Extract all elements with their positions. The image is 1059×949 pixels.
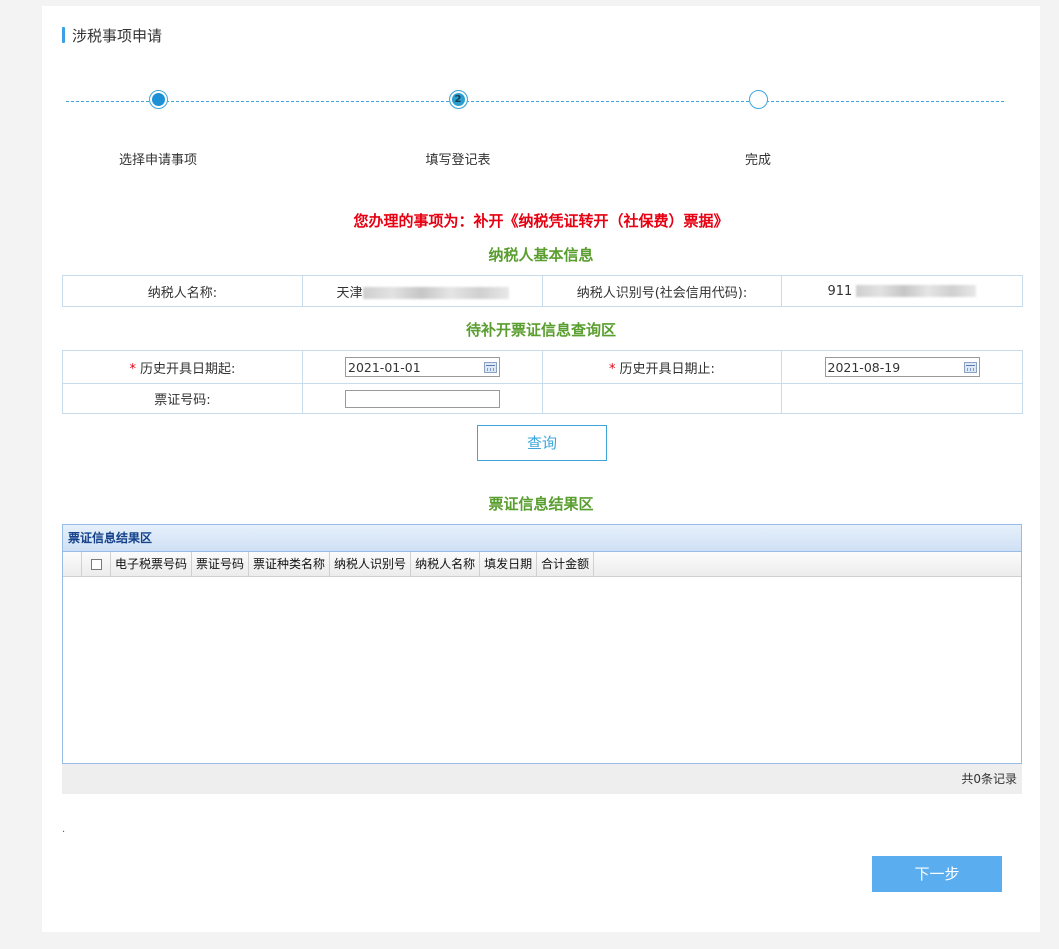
query-form-table: * 历史开具日期起: 2021-01-01 * 历史开具日期止: 2021-08-1…	[62, 350, 1023, 414]
start-date-value: 2021-01-01	[348, 359, 421, 375]
taxpayer-name-value: 天津	[336, 285, 363, 301]
taxpayer-section-title: 纳税人基本信息	[488, 246, 594, 264]
step-1: 选择申请事项	[78, 90, 238, 168]
taxpayer-name-cell: 天津	[302, 275, 543, 307]
redacted-id	[856, 285, 977, 297]
title-accent-bar	[62, 27, 65, 43]
step-3-label: 完成	[744, 153, 771, 168]
step-done-icon	[148, 90, 168, 109]
select-all-column	[82, 552, 111, 576]
select-all-checkbox[interactable]	[90, 558, 102, 570]
step-1-label: 选择申请事项	[118, 153, 197, 168]
empty-cell	[542, 383, 782, 414]
step-3: 完成	[678, 90, 838, 168]
row-number-column	[63, 552, 82, 576]
stray-dot: .	[62, 824, 66, 835]
step-current-icon: 2	[448, 90, 468, 109]
notice-text: 您办理的事项为：补开《纳税凭证转开（社保费）票据》	[353, 212, 729, 230]
taxpayer-id-label: 纳税人识别号(社会信用代码):	[542, 275, 782, 307]
taxpayer-name-label: 纳税人名称:	[62, 275, 303, 307]
taxpayer-info-table: 纳税人名称: 天津 纳税人识别号(社会信用代码): 911	[62, 275, 1023, 307]
result-grid-columns: 电子税票号码 票证号码 票证种类名称 纳税人识别号 纳税人名称 填发日期 合计金…	[63, 552, 1021, 577]
calendar-icon[interactable]	[484, 361, 497, 373]
main-panel: 涉税事项申请 选择申请事项 2 填写登记表 完成 您办理的事项为：补开《纳税凭证…	[42, 6, 1040, 932]
end-date-label-cell: * 历史开具日期止:	[542, 350, 782, 384]
page-title-text: 涉税事项申请	[72, 26, 163, 45]
end-date-input[interactable]: 2021-08-19	[824, 357, 980, 377]
taxpayer-id-value: 911	[827, 283, 853, 299]
column-header[interactable]: 纳税人识别号	[330, 552, 412, 576]
end-date-label: 历史开具日期止:	[619, 361, 715, 377]
ticket-number-cell	[302, 383, 543, 414]
result-section-title: 票证信息结果区	[488, 495, 594, 513]
column-header[interactable]: 票证号码	[192, 552, 250, 576]
ticket-number-input[interactable]	[345, 389, 500, 408]
start-date-cell: 2021-01-01	[302, 350, 543, 384]
result-grid-footer: 共0条记录	[62, 764, 1022, 794]
end-date-value: 2021-08-19	[827, 359, 901, 375]
next-step-button[interactable]: 下一步	[872, 856, 1002, 892]
column-header[interactable]: 合计金额	[537, 552, 595, 576]
column-header[interactable]: 票证种类名称	[249, 552, 331, 576]
start-date-label: 历史开具日期起:	[140, 361, 236, 377]
empty-cell	[781, 383, 1023, 414]
taxpayer-id-cell: 911	[781, 275, 1023, 307]
result-grid: 票证信息结果区 电子税票号码 票证号码 票证种类名称 纳税人识别号 纳税人名称 …	[62, 524, 1022, 764]
query-button[interactable]: 查询	[477, 425, 607, 461]
end-date-cell: 2021-08-19	[781, 350, 1023, 384]
record-count: 共0条记录	[961, 772, 1017, 786]
step-todo-icon	[748, 90, 768, 109]
start-date-label-cell: * 历史开具日期起:	[62, 350, 303, 384]
start-date-input[interactable]: 2021-01-01	[345, 357, 500, 377]
query-section-title: 待补开票证信息查询区	[465, 321, 616, 339]
progress-steps: 选择申请事项 2 填写登记表 完成	[66, 90, 1004, 190]
required-mark: *	[609, 361, 616, 377]
required-mark: *	[129, 361, 137, 377]
column-header[interactable]: 填发日期	[480, 552, 538, 576]
calendar-icon[interactable]	[963, 361, 977, 373]
column-header[interactable]: 纳税人名称	[411, 552, 481, 576]
column-header[interactable]: 电子税票号码	[111, 552, 193, 576]
ticket-number-label: 票证号码:	[62, 383, 303, 414]
result-grid-header: 票证信息结果区	[63, 525, 1021, 552]
redacted-name	[362, 287, 509, 299]
step-2: 2 填写登记表	[378, 90, 538, 168]
step-2-label: 填写登记表	[425, 153, 491, 168]
page-title: 涉税事项申请	[62, 26, 163, 45]
